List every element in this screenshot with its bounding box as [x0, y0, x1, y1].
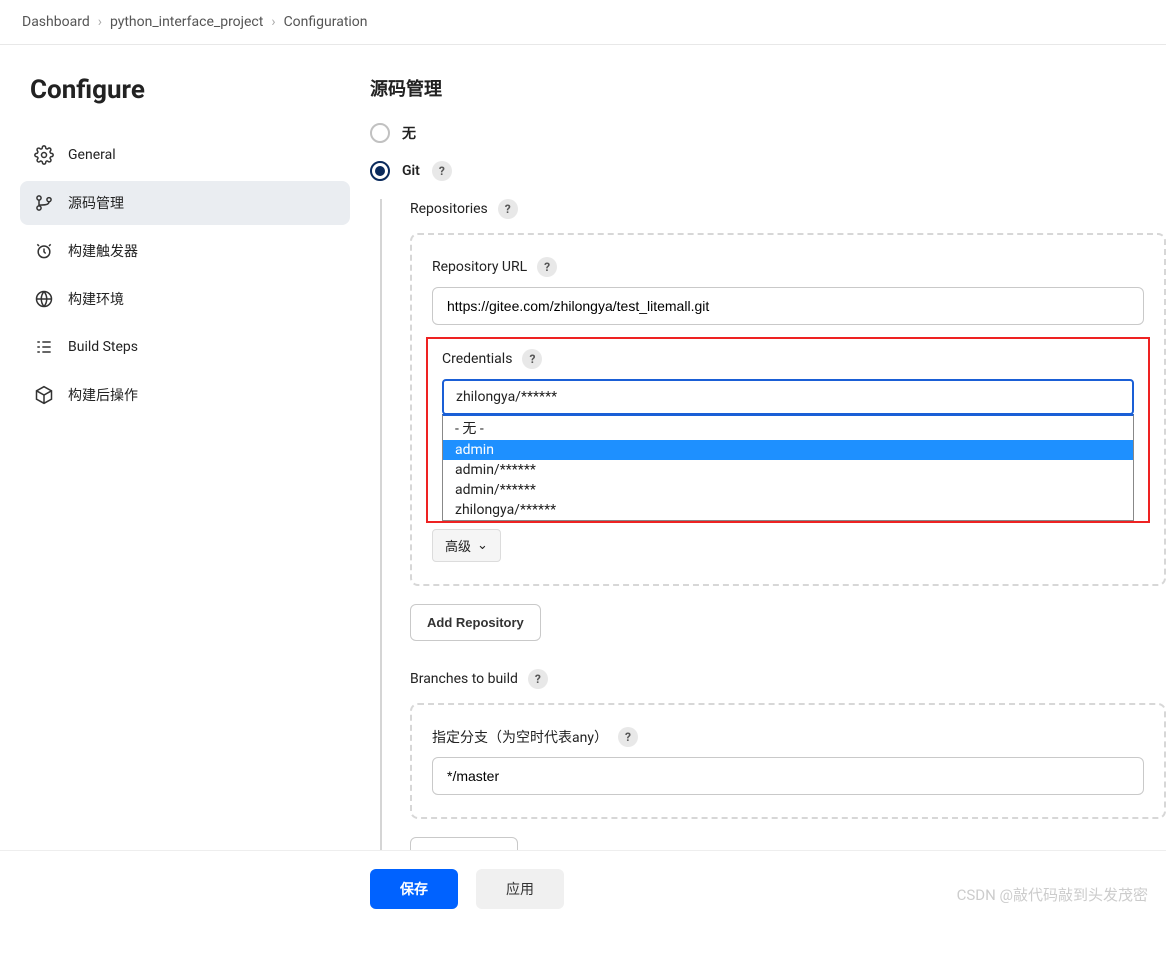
repository-box: Repository URL ? Credentials ? zhilongya… [410, 233, 1166, 586]
radio-checked-icon[interactable] [370, 161, 390, 181]
sidebar-item-build-steps[interactable]: Build Steps [20, 325, 350, 369]
branch-box: 指定分支（为空时代表any） ? [410, 703, 1166, 819]
save-button[interactable]: 保存 [370, 869, 458, 909]
chevron-down-icon: ⌄ [477, 538, 488, 553]
section-title: 源码管理 [370, 75, 1166, 101]
breadcrumb-link[interactable]: Dashboard [22, 14, 90, 30]
advanced-button[interactable]: 高级 ⌄ [432, 529, 501, 562]
branch-spec-input[interactable] [432, 757, 1144, 795]
sidebar-item-general[interactable]: General [20, 133, 350, 177]
add-repository-button[interactable]: Add Repository [410, 604, 541, 641]
clock-icon [34, 241, 54, 261]
footer-actions: 保存 应用 [0, 850, 1166, 927]
sidebar-item-environment[interactable]: 构建环境 [20, 277, 350, 321]
sidebar-item-post-build[interactable]: 构建后操作 [20, 373, 350, 417]
advanced-label: 高级 [445, 536, 471, 555]
branch-icon [34, 193, 54, 213]
cube-icon [34, 385, 54, 405]
chevron-right-icon: › [98, 14, 102, 30]
apply-button[interactable]: 应用 [476, 869, 564, 909]
scm-git-option[interactable]: Git ? [370, 161, 1166, 181]
help-icon[interactable]: ? [618, 727, 638, 747]
breadcrumb: Dashboard › python_interface_project › C… [0, 0, 1166, 45]
credentials-dropdown: - 无 - admin admin/****** admin/****** zh… [442, 414, 1134, 521]
credentials-selected-value: zhilongya/****** [456, 389, 557, 405]
sidebar-item-label: 构建后操作 [68, 385, 138, 405]
steps-icon [34, 337, 54, 357]
credentials-option[interactable]: zhilongya/****** [443, 500, 1133, 520]
gear-icon [34, 145, 54, 165]
repo-url-label: Repository URL [432, 259, 527, 275]
sidebar-item-label: Build Steps [68, 339, 138, 355]
scm-none-option[interactable]: 无 [370, 123, 1166, 143]
sidebar-item-label: 构建环境 [68, 289, 124, 309]
credentials-option[interactable]: - 无 - [443, 416, 1133, 440]
help-icon[interactable]: ? [522, 349, 542, 369]
credentials-select[interactable]: zhilongya/****** [442, 379, 1134, 415]
help-icon[interactable]: ? [537, 257, 557, 277]
sidebar-item-triggers[interactable]: 构建触发器 [20, 229, 350, 273]
credentials-option[interactable]: admin/****** [443, 480, 1133, 500]
breadcrumb-link[interactable]: python_interface_project [110, 14, 263, 30]
radio-icon[interactable] [370, 123, 390, 143]
credentials-highlighted-block: Credentials ? zhilongya/****** - 无 - adm… [426, 337, 1150, 523]
sidebar-item-label: 构建触发器 [68, 241, 138, 261]
globe-icon [34, 289, 54, 309]
help-icon[interactable]: ? [498, 199, 518, 219]
page-title: Configure [20, 75, 350, 105]
repo-url-input[interactable] [432, 287, 1144, 325]
radio-label: 无 [402, 123, 416, 143]
main-content: 源码管理 无 Git ? Repositories ? Repository U… [370, 45, 1166, 974]
breadcrumb-link[interactable]: Configuration [284, 14, 368, 30]
sidebar: Configure General 源码管理 构建触发器 构建环境 Build … [0, 45, 370, 974]
branch-spec-label: 指定分支（为空时代表any） [432, 727, 608, 747]
help-icon[interactable]: ? [528, 669, 548, 689]
radio-label: Git [402, 163, 420, 179]
credentials-option[interactable]: admin/****** [443, 460, 1133, 480]
credentials-option[interactable]: admin [443, 440, 1133, 460]
sidebar-item-scm[interactable]: 源码管理 [20, 181, 350, 225]
credentials-label: Credentials [442, 351, 512, 367]
repositories-label: Repositories [410, 201, 488, 217]
sidebar-item-label: 源码管理 [68, 193, 124, 213]
help-icon[interactable]: ? [432, 161, 452, 181]
sidebar-item-label: General [68, 147, 116, 163]
branches-label: Branches to build [410, 671, 518, 687]
chevron-right-icon: › [271, 14, 275, 30]
